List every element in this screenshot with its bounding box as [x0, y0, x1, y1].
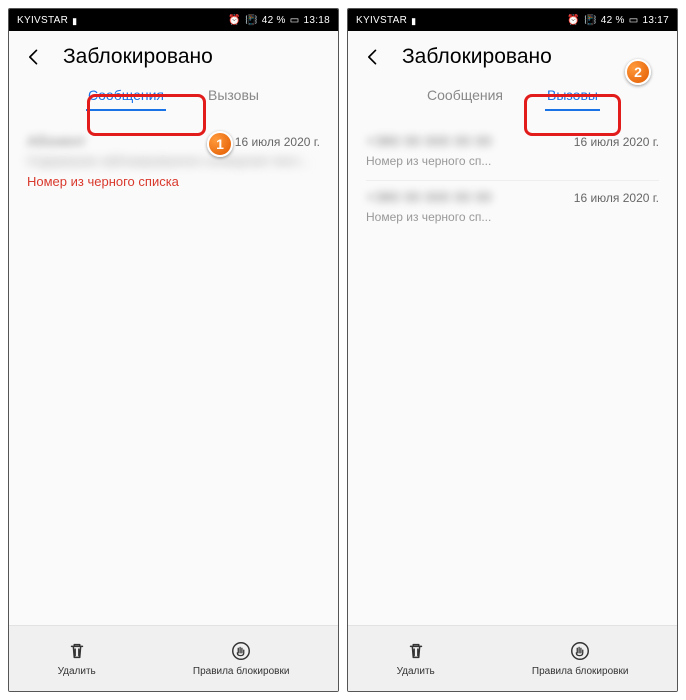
clock-label: 13:18: [303, 15, 330, 26]
item-title: +380 00 000 00 00: [366, 189, 492, 206]
alarm-icon: ⏰: [228, 15, 241, 26]
trash-icon: [66, 640, 88, 662]
list-item[interactable]: Абонент 16 июля 2020 г. Содержание забло…: [27, 125, 320, 201]
rules-button[interactable]: Правила блокировки: [193, 640, 290, 677]
tab-calls[interactable]: Вызовы: [206, 83, 261, 107]
status-bar: KYIVSTAR ⏰ 📳 42 % ▭ 13:18: [9, 9, 338, 31]
battery-label: 42 %: [262, 15, 286, 26]
step-badge: 1: [207, 131, 233, 157]
delete-label: Удалить: [58, 666, 96, 677]
vibrate-icon: 📳: [245, 15, 258, 26]
clock-label: 13:17: [642, 15, 669, 26]
item-date: 16 июля 2020 г.: [235, 135, 320, 149]
delete-button[interactable]: Удалить: [397, 640, 435, 677]
blacklist-label: Номер из черного списка: [27, 174, 320, 189]
step-badge: 2: [625, 59, 651, 85]
item-title: Абонент: [27, 133, 86, 150]
back-button[interactable]: [23, 46, 45, 68]
list-item[interactable]: +380 00 000 00 00 16 июля 2020 г. Номер …: [366, 181, 659, 236]
trash-icon: [405, 640, 427, 662]
item-title: +380 00 000 00 00: [366, 133, 492, 150]
phone-screenshot-right: KYIVSTAR ⏰ 📳 42 % ▭ 13:17 Заблокировано …: [347, 8, 678, 692]
item-subtitle: Номер из черного сп...: [366, 210, 659, 224]
hand-block-icon: [230, 640, 252, 662]
signal-icon: [411, 16, 416, 25]
status-bar: KYIVSTAR ⏰ 📳 42 % ▭ 13:17: [348, 9, 677, 31]
carrier-label: KYIVSTAR: [356, 15, 407, 26]
alarm-icon: ⏰: [567, 15, 580, 26]
hand-block-icon: [569, 640, 591, 662]
delete-button[interactable]: Удалить: [58, 640, 96, 677]
rules-label: Правила блокировки: [193, 666, 290, 677]
rules-label: Правила блокировки: [532, 666, 629, 677]
item-date: 16 июля 2020 г.: [574, 191, 659, 205]
item-subtitle: Номер из черного сп...: [366, 154, 659, 168]
page-title: Заблокировано: [63, 45, 213, 69]
carrier-label: KYIVSTAR: [17, 15, 68, 26]
battery-icon: ▭: [629, 15, 639, 26]
phone-screenshot-left: KYIVSTAR ⏰ 📳 42 % ▭ 13:18 Заблокировано …: [8, 8, 339, 692]
item-date: 16 июля 2020 г.: [574, 135, 659, 149]
signal-icon: [72, 16, 77, 25]
vibrate-icon: 📳: [584, 15, 597, 26]
back-button[interactable]: [362, 46, 384, 68]
list-item[interactable]: +380 00 000 00 00 16 июля 2020 г. Номер …: [366, 125, 659, 181]
battery-icon: ▭: [290, 15, 300, 26]
tab-calls[interactable]: Вызовы: [545, 83, 600, 107]
tab-messages[interactable]: Сообщения: [86, 83, 166, 107]
page-title: Заблокировано: [402, 45, 552, 69]
tab-messages[interactable]: Сообщения: [425, 83, 505, 107]
item-subtitle: Содержание заблокированного сообщения те…: [27, 154, 320, 168]
battery-label: 42 %: [601, 15, 625, 26]
delete-label: Удалить: [397, 666, 435, 677]
rules-button[interactable]: Правила блокировки: [532, 640, 629, 677]
